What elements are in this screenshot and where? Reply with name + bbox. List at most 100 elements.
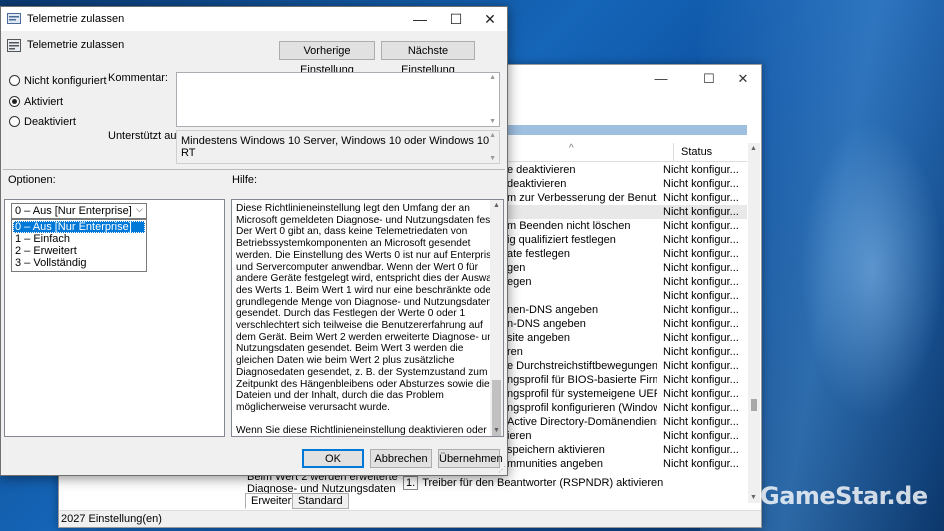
comment-textarea[interactable]: ▲ ▼ (176, 72, 500, 127)
column-header: ^ Status (507, 143, 747, 162)
help-paragraph-1: Diese Richtlinieneinstellung legt den Um… (236, 203, 501, 413)
table-row[interactable]: ngsprofil für systemeigene UEFI-Fir...Ni… (507, 387, 747, 401)
table-row[interactable]: e deaktivieren Nicht konfigur... (507, 163, 747, 177)
scroll-up-icon[interactable]: ▲ (489, 132, 496, 139)
table-row[interactable]: site angeben Nicht konfigur... (507, 331, 747, 345)
setting-name-cell: nen-DNS angeben (507, 304, 599, 316)
table-row[interactable]: m Beenden nicht löschen Nicht konfigur... (507, 219, 747, 233)
setting-name-cell: e Durchstreichstiftbewegungen deak... (507, 360, 657, 372)
setting-name-cell: ig qualifiziert festlegen (507, 234, 616, 246)
cancel-button[interactable]: Abbrechen (370, 449, 432, 468)
editor-scrollbar[interactable]: ▲ ▼ (748, 143, 760, 503)
help-panel: Diese Richtlinieneinstellung legt den Um… (231, 199, 504, 437)
scroll-down-icon[interactable]: ▼ (489, 118, 496, 125)
table-row[interactable]: ieren Nicht konfigur... (507, 429, 747, 443)
table-row[interactable]: egen Nicht konfigur... (507, 275, 747, 289)
status-bar: 2027 Einstellung(en) (59, 510, 761, 527)
next-setting-button[interactable]: Nächste Einstellung (381, 41, 475, 76)
table-row[interactable]: m zur Verbesserung der Benutzerfreu...Ni… (507, 191, 747, 205)
minimize-icon[interactable]: — (405, 9, 435, 29)
previous-setting-button[interactable]: Vorherige Einstellung (279, 41, 375, 76)
setting-name-cell: n-DNS angeben (507, 318, 586, 330)
help-paragraph-2: Wenn Sie diese Richtlinieneinstellung de… (236, 425, 487, 437)
supported-on-value: Mindestens Windows 10 Server, Windows 10… (181, 135, 490, 159)
table-row[interactable]: deaktivieren Nicht konfigur... (507, 177, 747, 191)
chevron-down-icon[interactable]: ⌵ (136, 204, 143, 215)
dropdown-option[interactable]: 1 – Einfach (13, 233, 145, 245)
table-row[interactable]: ren Nicht konfigur... (507, 345, 747, 359)
table-row[interactable]: Nicht konfigur... (507, 289, 747, 303)
close-icon[interactable]: ✕ (731, 69, 755, 89)
scroll-down-icon[interactable]: ▼ (750, 494, 757, 501)
setting-name-cell: ren (507, 346, 523, 358)
table-row[interactable]: speichern aktivieren Nicht konfigur... (507, 443, 747, 457)
apply-button[interactable]: Übernehmen (438, 449, 503, 468)
minimize-icon[interactable]: — (649, 69, 673, 89)
status-column-header[interactable]: Status (681, 146, 712, 158)
editor-header-bar (507, 125, 747, 135)
table-row[interactable]: ngsprofil konfigurieren (Windows Vi...Ni… (507, 401, 747, 415)
options-label: Optionen: (8, 174, 56, 186)
radio-circle-selected[interactable] (9, 96, 20, 107)
setting-name-cell: deaktivieren (507, 178, 567, 190)
help-scrollbar[interactable]: ▲ ▼ (490, 200, 503, 436)
supported-on-field: Mindestens Windows 10 Server, Windows 10… (176, 130, 500, 164)
scrollbar-thumb[interactable] (751, 399, 757, 411)
radio-circle[interactable] (9, 75, 20, 86)
setting-icon (7, 39, 21, 52)
setting-name-cell: gen (507, 262, 526, 274)
setting-name-cell: m zur Verbesserung der Benutzerfreu... (507, 192, 657, 204)
table-row[interactable]: nen-DNS angeben Nicht konfigur... (507, 303, 747, 317)
setting-name-cell: egen (507, 276, 532, 288)
dialog-title: Telemetrie zulassen (27, 13, 125, 25)
setting-name-cell: speichern aktivieren (507, 444, 605, 456)
scroll-down-icon[interactable]: ▼ (489, 155, 496, 162)
close-icon[interactable]: ✕ (475, 9, 505, 29)
desktop-glow (800, 120, 944, 420)
table-row[interactable]: ngsprofil für BIOS-basierte Firmware...N… (507, 373, 747, 387)
setting-name-cell: ate festlegen (507, 248, 570, 260)
supported-scrollbar[interactable]: ▲ ▼ (487, 131, 499, 163)
scroll-down-icon[interactable]: ▼ (493, 427, 500, 434)
telemetry-level-value: 0 – Aus [Nur Enterprise] (15, 205, 132, 217)
setting-name: Telemetrie zulassen (27, 39, 125, 51)
table-row[interactable]: e Durchstreichstiftbewegungen deak...Nic… (507, 359, 747, 373)
radio-label: Aktiviert (24, 96, 64, 108)
setting-name-cell: ngsprofil für systemeigene UEFI-Fir... (507, 388, 657, 400)
comment-scrollbar[interactable]: ▲ ▼ (487, 73, 499, 126)
maximize-icon[interactable]: ☐ (697, 69, 721, 89)
setting-name-cell: e deaktivieren (507, 164, 576, 176)
sort-arrow-icon: ^ (569, 143, 574, 154)
list-row-partial-label: Treiber für den Beantworter (RSPNDR) akt… (422, 477, 664, 489)
expand-icon: 1. (403, 476, 419, 490)
table-row[interactable]: Active Directory-Domänendiensten a...Nic… (507, 415, 747, 429)
column-separator[interactable] (673, 143, 674, 161)
resize-grip-icon[interactable]: ⋰ (498, 465, 506, 474)
radio-circle[interactable] (9, 116, 20, 127)
maximize-icon[interactable]: ☐ (441, 9, 471, 29)
supported-on-label: Unterstützt auf: (108, 130, 183, 142)
table-row[interactable]: Nicht konfigur... (507, 205, 747, 219)
table-row[interactable]: ate festlegen Nicht konfigur... (507, 247, 747, 261)
telemetry-level-dropdown: 0 – Aus [Nur Enterprise] 1 – Einfach 2 –… (11, 219, 147, 272)
telemetry-level-select[interactable]: 0 – Aus [Nur Enterprise] ⌵ (11, 203, 147, 219)
comment-label: Kommentar: (108, 72, 168, 84)
table-row[interactable]: gen Nicht konfigur... (507, 261, 747, 275)
table-row[interactable]: ig qualifiziert festlegen Nicht konfigur.… (507, 233, 747, 247)
setting-name-cell: m Beenden nicht löschen (507, 220, 631, 232)
table-row[interactable]: n-DNS angeben Nicht konfigur... (507, 317, 747, 331)
scroll-up-icon[interactable]: ▲ (750, 145, 757, 152)
dropdown-option[interactable]: 2 – Erweitert (13, 245, 145, 257)
dropdown-option[interactable]: 3 – Vollständig (13, 257, 145, 269)
list-row-partial[interactable]: 1. Treiber für den Beantworter (RSPNDR) a… (403, 476, 664, 490)
dropdown-option[interactable]: 0 – Aus [Nur Enterprise] (13, 221, 145, 233)
setting-name-cell: ngsprofil konfigurieren (Windows Vi... (507, 402, 657, 414)
dialog-titlebar: Telemetrie zulassen — ☐ ✕ (1, 7, 507, 31)
setting-name-cell: Active Directory-Domänendiensten a... (507, 416, 657, 428)
scroll-up-icon[interactable]: ▲ (493, 202, 500, 209)
tab-standard[interactable]: Standard (292, 493, 349, 509)
setting-name-cell: site angeben (507, 332, 570, 344)
ok-button[interactable]: OK (302, 449, 364, 468)
scroll-up-icon[interactable]: ▲ (489, 74, 496, 81)
section-divider (3, 169, 505, 170)
